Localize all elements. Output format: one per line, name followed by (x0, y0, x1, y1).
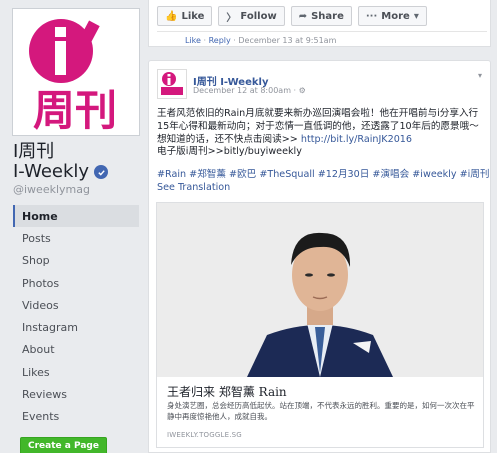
post-card: I周刊 I-Weekly December 12 at 8:00am · ⚙ ▾… (148, 60, 491, 453)
iweekly-logo: 周刊 weekly (17, 13, 135, 131)
share-button[interactable]: ➦ Share (290, 6, 352, 26)
main-column: 👍 Like 〉 Follow ➦ Share ··· More ▾ Like … (148, 0, 497, 453)
page-nav: Home Posts Shop Photos Videos Instagram About L… (13, 205, 139, 428)
nav-item-photos[interactable]: Photos (13, 272, 139, 294)
nav-item-posts[interactable]: Posts (13, 227, 139, 249)
nav-item-about[interactable]: About (13, 339, 139, 361)
verified-badge-icon (94, 165, 109, 179)
globe-icon: ⚙ (298, 86, 306, 95)
follow-label: Follow (240, 10, 277, 22)
page-name-line1: I周刊 (13, 141, 55, 162)
see-translation-link[interactable]: See Translation (157, 182, 230, 193)
nav-item-events[interactable]: Events (13, 406, 139, 428)
iweekly-avatar-icon (161, 72, 183, 95)
nav-item-instagram[interactable]: Instagram (13, 316, 139, 338)
comment-reply-link[interactable]: Reply (209, 36, 231, 45)
link-preview-image[interactable] (157, 203, 483, 377)
post-date: December 12 at 8:00am · (193, 86, 299, 95)
comment-date: · December 13 at 9:51am (230, 36, 337, 45)
link-preview-card[interactable]: 王者归来 郑智薰 Rain 身处演艺圈，总会经历高低起伏。站在顶端，不代表永远的… (156, 202, 484, 448)
like-button[interactable]: 👍 Like (157, 6, 213, 26)
action-bar: 👍 Like 〉 Follow ➦ Share ··· More ▾ (157, 6, 427, 26)
post-link[interactable]: http://bit.ly/RainJK2016 (301, 134, 412, 145)
post-text-2: 电子版i周刊>>bitly/buyiweekly (157, 146, 302, 158)
post-avatar[interactable] (157, 69, 187, 99)
post-body: 王者风范依旧的Rain月底就要来新办巡回演唱会啦！他在开唱前与i分享入行15年心… (157, 108, 485, 159)
page-name-line2: I-Weekly (13, 161, 90, 182)
like-label: Like (181, 10, 205, 22)
logo-chars: 周刊 (33, 86, 117, 131)
nav-item-videos[interactable]: Videos (13, 294, 139, 316)
post-timestamp[interactable]: December 12 at 8:00am · ⚙ (193, 86, 306, 95)
nav-item-reviews[interactable]: Reviews (13, 383, 139, 405)
share-arrow-icon: ➦ (298, 10, 308, 22)
link-preview-description: 身处演艺圈，总会经历高低起伏。站在顶端，不代表永远的胜利。重要的是，如何一次次在… (167, 401, 475, 421)
share-label: Share (311, 10, 344, 22)
nav-item-home[interactable]: Home (13, 205, 139, 228)
link-preview-domain: IWEEKLY.TOGGLE.SG (167, 431, 242, 439)
create-page-button[interactable]: Create a Page (20, 437, 107, 453)
comment-meta: Like · Reply · December 13 at 9:51am (185, 36, 336, 45)
previous-post-card: 👍 Like 〉 Follow ➦ Share ··· More ▾ Like … (148, 0, 491, 47)
page-title[interactable]: I周刊 I-Weekly (13, 142, 143, 182)
divider (157, 31, 487, 32)
comment-like-link[interactable]: Like (185, 36, 201, 45)
caret-down-icon: ▾ (413, 10, 419, 22)
portrait-image (157, 203, 483, 377)
nav-item-likes[interactable]: Likes (13, 361, 139, 383)
ellipsis-icon: ··· (365, 10, 378, 22)
separator: · (200, 36, 209, 45)
follow-button[interactable]: 〉 Follow (218, 6, 285, 26)
post-hashtags[interactable]: #Rain #郑智薰 #欧巴 #TheSquall #12月30日 #演唱会 #… (157, 166, 489, 180)
thumbs-up-icon: 👍 (165, 10, 178, 22)
profile-picture[interactable]: 周刊 weekly (12, 8, 140, 136)
logo-vertical-text: weekly (93, 55, 102, 83)
more-button[interactable]: ··· More ▾ (357, 6, 427, 26)
more-label: More (381, 10, 410, 22)
nav-item-shop[interactable]: Shop (13, 250, 139, 272)
link-preview-title: 王者归来 郑智薰 Rain (167, 385, 287, 399)
page-handle[interactable]: @iweeklymag (13, 183, 90, 196)
left-sidebar: 周刊 weekly I周刊 I-Weekly @iweeklymag Home P… (0, 0, 148, 453)
chevron-down-icon[interactable]: ▾ (478, 71, 482, 80)
rss-icon: 〉 (226, 12, 237, 24)
